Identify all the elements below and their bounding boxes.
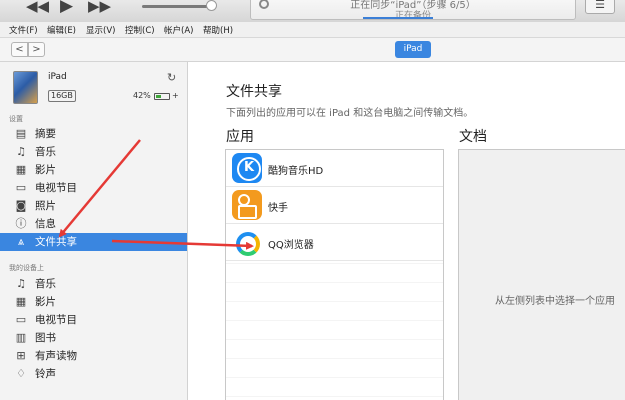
info-icon: ⓘ: [15, 217, 27, 230]
play-button[interactable]: ▶: [60, 0, 73, 15]
sidebar-item-tv-shows[interactable]: ▭ 电视节目: [0, 179, 187, 197]
film-icon: ▦: [15, 295, 27, 308]
summary-icon: ▤: [15, 127, 27, 140]
menu-view[interactable]: 显示(V): [86, 24, 115, 36]
sidebar-item-label: 电视节目: [35, 314, 77, 326]
app-name: QQ浏览器: [268, 240, 314, 251]
capacity-badge: 16GB: [48, 90, 76, 102]
app-store-icon: ⩓: [17, 235, 25, 248]
app-row-kuaishou[interactable]: 快手: [226, 187, 443, 224]
sidebar-item-label: 铃声: [35, 368, 56, 380]
sidebar-item-label: 照片: [35, 200, 56, 212]
ipad-thumbnail: [13, 71, 38, 104]
app-row-kugou[interactable]: 酷狗音乐HD: [226, 150, 443, 187]
back-button[interactable]: <: [11, 42, 28, 57]
menu-controls[interactable]: 控制(C): [125, 24, 155, 36]
main-content: 文件共享 下面列出的应用可以在 iPad 和这台电脑之间传输文档。 应用 文档 …: [189, 62, 625, 400]
kuaishou-icon: [232, 190, 262, 220]
book-icon: ▥: [15, 331, 27, 344]
volume-slider[interactable]: [142, 5, 214, 8]
sidebar-item-label: 影片: [35, 164, 56, 176]
status-display: 正在同步“iPad”（步骤 6/5） 正在备份: [250, 0, 576, 21]
sidebar-item-label: 文件共享: [35, 236, 77, 248]
page-description: 下面列出的应用可以在 iPad 和这台电脑之间传输文档。: [226, 108, 474, 119]
sidebar-item-file-sharing[interactable]: ⩓ 文件共享: [0, 233, 187, 251]
sidebar-item-label: 影片: [35, 296, 56, 308]
charging-icon: +: [172, 91, 179, 100]
sidebar-item-summary[interactable]: ▤ 摘要: [0, 125, 187, 143]
documents-panel[interactable]: 从左侧列表中选择一个应用: [458, 149, 625, 400]
documents-heading: 文档: [459, 129, 487, 145]
sync-progress-bar: [363, 17, 433, 19]
sidebar-item-label: 摘要: [35, 128, 56, 140]
music-icon: ♫: [16, 277, 26, 290]
device-button[interactable]: iPad: [395, 41, 431, 58]
film-icon: ▦: [15, 163, 27, 176]
sidebar-item-label: 信息: [35, 218, 56, 230]
previous-button[interactable]: ◀◀: [26, 0, 49, 14]
sidebar-item-movies[interactable]: ▦ 影片: [0, 161, 187, 179]
bell-icon: ♢: [16, 367, 26, 380]
sidebar-item-device-tones[interactable]: ♢ 铃声: [0, 365, 187, 383]
documents-hint: 从左侧列表中选择一个应用: [495, 296, 615, 307]
sync-icon[interactable]: ↻: [167, 71, 176, 84]
sidebar-item-label: 音乐: [35, 278, 56, 290]
volume-knob[interactable]: [206, 0, 217, 11]
camera-icon: ◙: [15, 199, 27, 212]
sidebar-item-device-music[interactable]: ♫ 音乐: [0, 275, 187, 293]
menu-edit[interactable]: 编辑(E): [47, 24, 76, 36]
sidebar-item-label: 图书: [35, 332, 56, 344]
battery-fill: [156, 95, 161, 98]
battery-percent: 42%: [133, 91, 151, 100]
sidebar: iPad ↻ 16GB 42% + 设置 ▤ 摘要 ♫ 音乐 ▦ 影片 ▭ 电视…: [0, 62, 188, 400]
page-title: 文件共享: [226, 84, 282, 100]
navigation-bar: < > iPad: [0, 38, 625, 62]
sidebar-item-device-movies[interactable]: ▦ 影片: [0, 293, 187, 311]
sidebar-item-label: 有声读物: [35, 350, 77, 362]
menu-account[interactable]: 帐户(A): [164, 24, 193, 36]
kugou-icon: [232, 153, 262, 183]
app-list[interactable]: 酷狗音乐HD 快手 QQ浏览器: [225, 149, 444, 400]
sidebar-item-info[interactable]: ⓘ 信息: [0, 215, 187, 233]
sidebar-item-device-tv-shows[interactable]: ▭ 电视节目: [0, 311, 187, 329]
menu-bar: 文件(F) 编辑(E) 显示(V) 控制(C) 帐户(A) 帮助(H): [0, 22, 625, 38]
player-bar: ◀◀ ▶ ▶▶ 正在同步“iPad”（步骤 6/5） 正在备份 ☰: [0, 0, 625, 22]
status-subtitle: 正在备份: [394, 11, 431, 21]
sidebar-item-device-audiobooks[interactable]: ⊞ 有声读物: [0, 347, 187, 365]
menu-file[interactable]: 文件(F): [9, 24, 38, 36]
sidebar-item-music[interactable]: ♫ 音乐: [0, 143, 187, 161]
apps-heading: 应用: [226, 129, 254, 145]
sidebar-item-label: 音乐: [35, 146, 56, 158]
forward-button[interactable]: >: [28, 42, 45, 57]
app-row-qq-browser[interactable]: QQ浏览器: [226, 224, 443, 261]
tv-icon: ▭: [15, 181, 27, 194]
audiobook-icon: ⊞: [16, 349, 26, 362]
app-name: 快手: [268, 203, 288, 214]
list-view-button[interactable]: ☰: [585, 0, 615, 14]
qq-browser-icon: [232, 227, 262, 257]
sidebar-item-label: 电视节目: [35, 182, 77, 194]
tv-icon: ▭: [15, 313, 27, 326]
settings-section-label: 设置: [9, 115, 23, 123]
my-device-section-label: 我的设备上: [9, 264, 44, 272]
sidebar-item-device-books[interactable]: ▥ 图书: [0, 329, 187, 347]
app-name: 酷狗音乐HD: [268, 166, 324, 177]
next-button[interactable]: ▶▶: [88, 0, 111, 14]
sidebar-item-photos[interactable]: ◙ 照片: [0, 197, 187, 215]
music-icon: ♫: [16, 145, 26, 158]
battery-icon: [154, 93, 170, 100]
menu-help[interactable]: 帮助(H): [203, 24, 233, 36]
device-name: iPad: [48, 72, 67, 82]
